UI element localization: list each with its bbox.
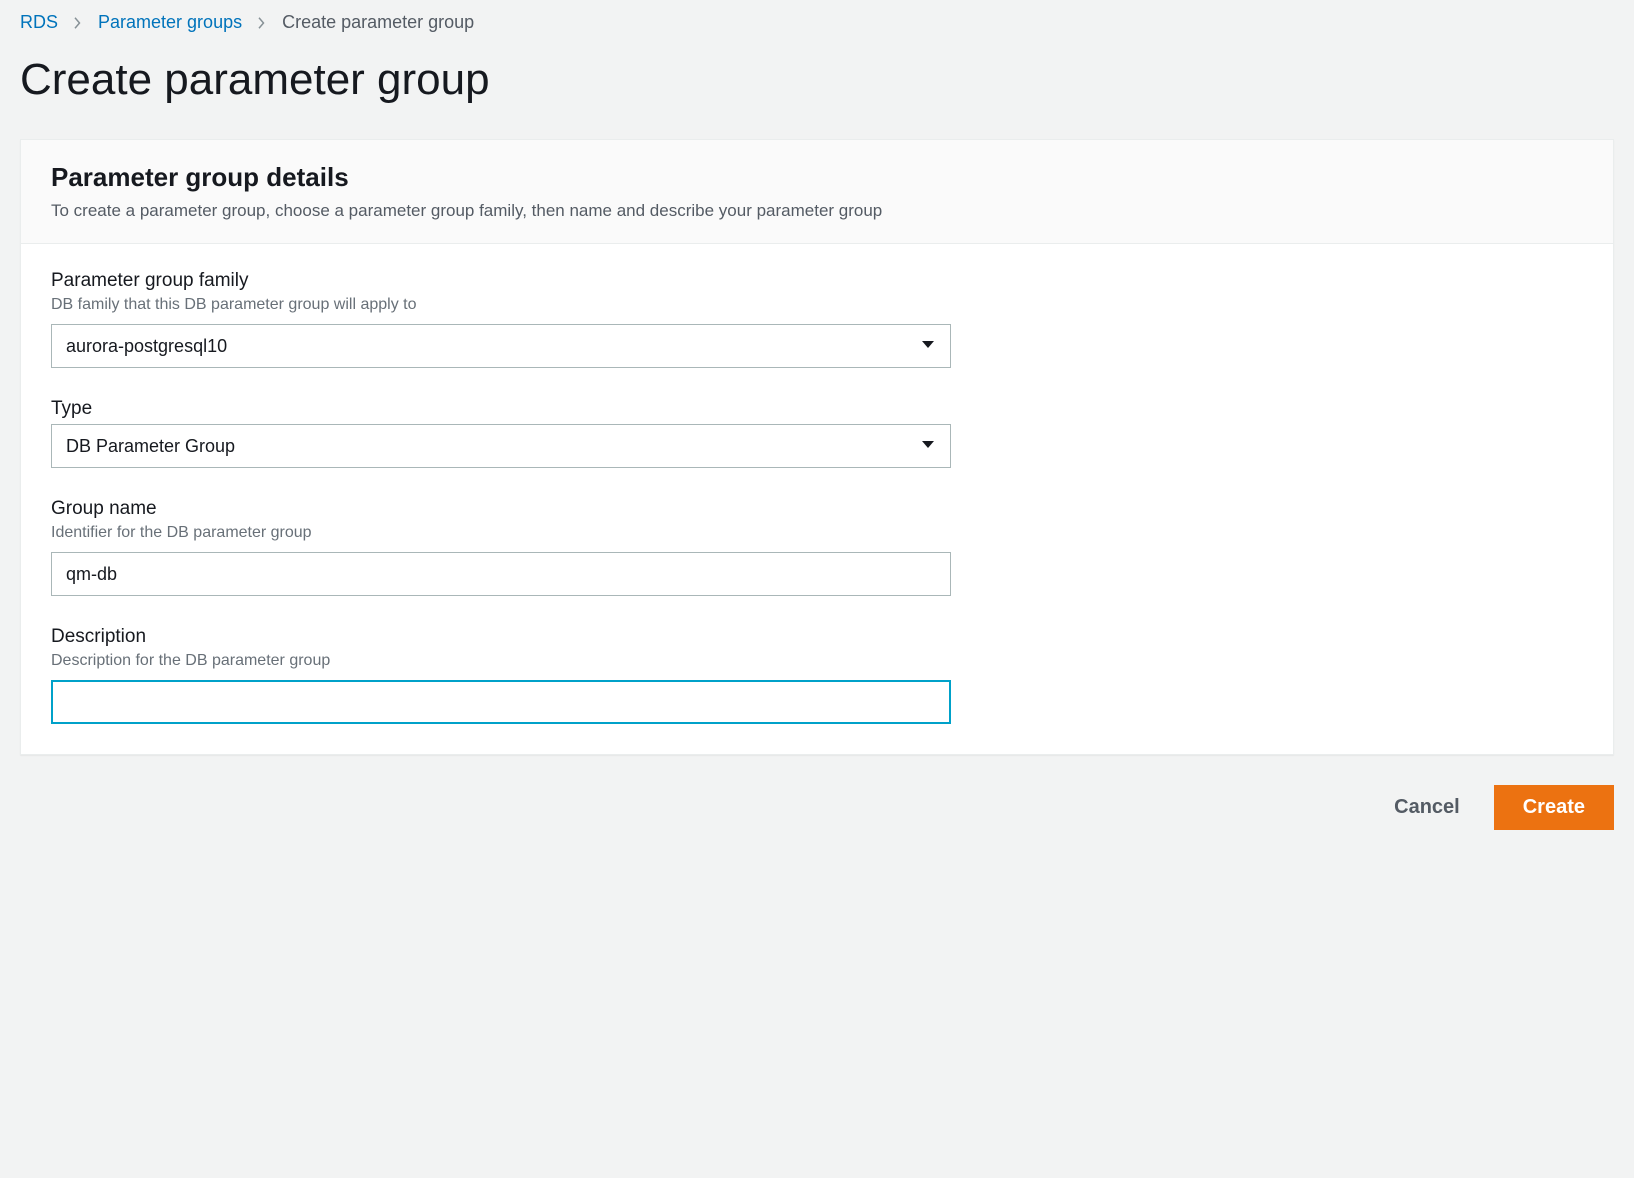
footer-actions: Cancel Create	[20, 785, 1614, 830]
group-name-label: Group name	[51, 498, 1583, 520]
field-group-name: Group name Identifier for the DB paramet…	[51, 498, 1583, 596]
cancel-button[interactable]: Cancel	[1388, 786, 1466, 829]
breadcrumb-link-parameter-groups[interactable]: Parameter groups	[98, 12, 242, 33]
breadcrumb-link-rds[interactable]: RDS	[20, 12, 58, 33]
family-select-value: aurora-postgresql10	[66, 336, 227, 357]
group-name-input[interactable]	[51, 552, 951, 596]
chevron-right-icon	[256, 17, 268, 29]
parameter-group-panel: Parameter group details To create a para…	[20, 139, 1614, 755]
panel-title: Parameter group details	[51, 162, 1583, 193]
field-description: Description Description for the DB param…	[51, 626, 1583, 724]
description-label: Description	[51, 626, 1583, 648]
chevron-right-icon	[72, 17, 84, 29]
description-hint: Description for the DB parameter group	[51, 652, 1583, 670]
field-type: Type DB Parameter Group	[51, 398, 1583, 468]
type-label: Type	[51, 398, 1583, 420]
page-title: Create parameter group	[20, 55, 1614, 105]
group-name-hint: Identifier for the DB parameter group	[51, 524, 1583, 542]
family-select[interactable]: aurora-postgresql10	[51, 324, 951, 368]
type-select-value: DB Parameter Group	[66, 436, 235, 457]
family-label: Parameter group family	[51, 270, 1583, 292]
panel-body: Parameter group family DB family that th…	[21, 244, 1613, 754]
panel-subtitle: To create a parameter group, choose a pa…	[51, 201, 1583, 221]
breadcrumb-current: Create parameter group	[282, 12, 474, 33]
field-parameter-group-family: Parameter group family DB family that th…	[51, 270, 1583, 368]
panel-header: Parameter group details To create a para…	[21, 140, 1613, 244]
type-select[interactable]: DB Parameter Group	[51, 424, 951, 468]
create-button[interactable]: Create	[1494, 785, 1614, 830]
description-input[interactable]	[51, 680, 951, 724]
breadcrumb: RDS Parameter groups Create parameter gr…	[20, 12, 1614, 33]
family-hint: DB family that this DB parameter group w…	[51, 296, 1583, 314]
